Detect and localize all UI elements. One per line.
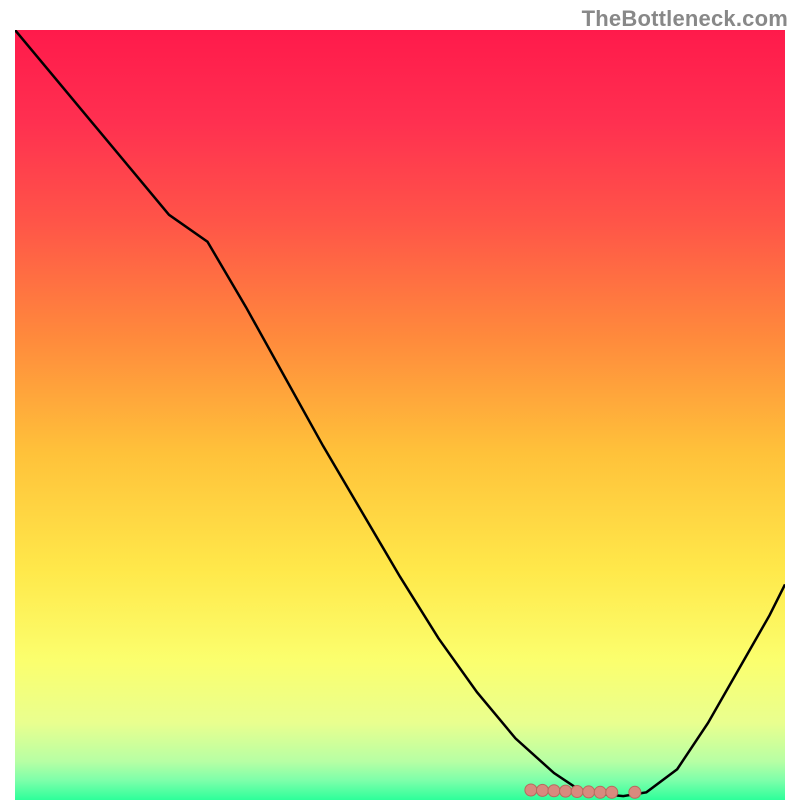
- marker-dot: [583, 786, 595, 798]
- watermark-text: TheBottleneck.com: [582, 6, 788, 32]
- marker-dot: [525, 784, 537, 796]
- bottleneck-chart: [15, 30, 785, 800]
- marker-dot: [560, 785, 572, 797]
- marker-dot: [548, 785, 560, 797]
- marker-dot: [594, 786, 606, 798]
- marker-dot: [536, 784, 548, 796]
- marker-dot: [629, 786, 641, 798]
- marker-dot: [606, 786, 618, 798]
- marker-dot: [571, 786, 583, 798]
- gradient-background: [15, 30, 785, 800]
- chart-container: [15, 30, 785, 800]
